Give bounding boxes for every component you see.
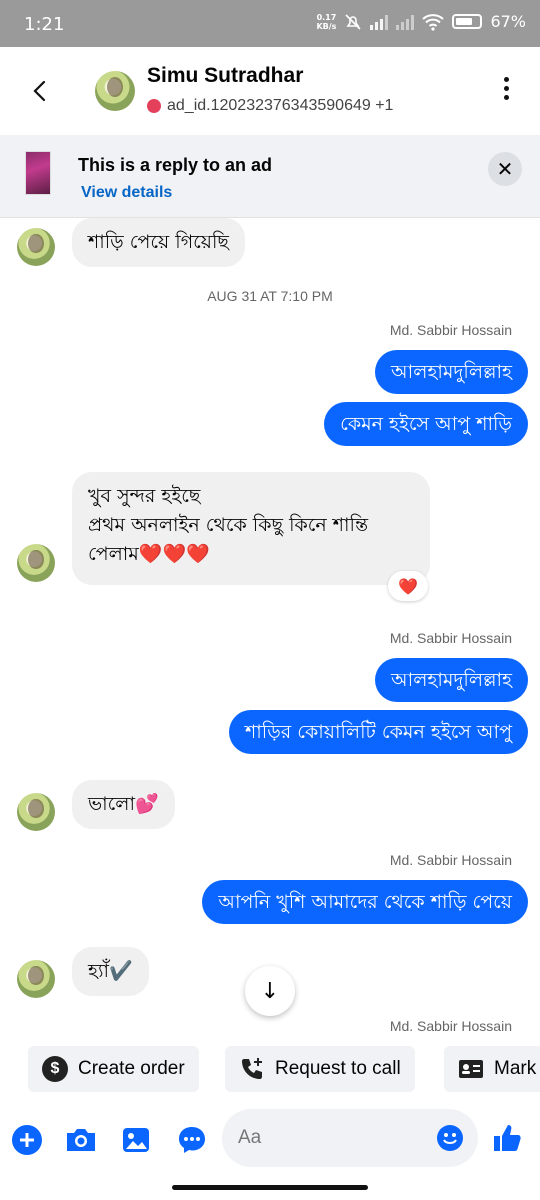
gallery-icon[interactable] [119, 1123, 153, 1157]
close-icon[interactable]: ✕ [488, 152, 522, 186]
ad-thumbnail[interactable] [25, 151, 51, 195]
heart-reaction-icon[interactable]: ❤️ [388, 571, 428, 601]
contact-avatar[interactable] [95, 71, 135, 111]
thumbs-up-icon[interactable] [490, 1121, 524, 1155]
sender-name: Md. Sabbir Hossain [389, 852, 512, 868]
create-order-button[interactable]: $ Create order [28, 1046, 199, 1092]
incoming-message[interactable]: ভালো💕 [72, 780, 175, 829]
message-line: পেলাম❤️❤️❤️ [88, 543, 210, 565]
dollar-icon: $ [42, 1056, 68, 1082]
battery-level: 67% [490, 12, 526, 31]
message-list[interactable]: শাড়ি পেয়ে গিয়েছি AUG 31 AT 7:10 PM Md… [0, 218, 540, 1040]
scroll-down-icon[interactable]: ↓ [245, 966, 295, 1016]
avatar [17, 544, 55, 582]
outgoing-message[interactable]: আলহামদুলিল্লাহ [375, 658, 528, 702]
request-call-label: Request to call [275, 1058, 401, 1079]
avatar [17, 228, 55, 266]
battery-icon [452, 14, 483, 29]
avatar [17, 960, 55, 998]
quick-actions-bar: $ Create order Request to call Mark [0, 1046, 540, 1092]
back-arrow-icon[interactable] [26, 77, 54, 105]
outgoing-message[interactable]: শাড়ির কোয়ালিটি কেমন হইসে আপু [229, 710, 528, 754]
message-line: খুব সুন্দর হইছে [88, 485, 201, 507]
sender-name: Md. Sabbir Hossain [389, 630, 512, 646]
signal-icon [370, 14, 389, 30]
plus-icon[interactable] [10, 1123, 44, 1157]
outgoing-message[interactable]: আলহামদুলিল্লাহ [375, 350, 528, 394]
incoming-message[interactable]: শাড়ি পেয়ে গিয়েছি [72, 218, 245, 267]
mark-label: Mark [494, 1058, 537, 1079]
message-composer: Aa [0, 1105, 540, 1175]
chat-header: Simu Sutradhar ad_id.120232376343590649 … [0, 47, 540, 135]
contact-subtitle: ad_id.120232376343590649 +1 [147, 97, 393, 115]
message-line: প্রথম অনলাইন থেকে কিছু কিনে শান্তি [88, 514, 369, 536]
create-order-label: Create order [78, 1058, 185, 1079]
contact-name[interactable]: Simu Sutradhar [147, 64, 303, 88]
view-details-link[interactable]: View details [81, 184, 172, 202]
incoming-message[interactable]: খুব সুন্দর হইছে প্রথম অনলাইন থেকে কিছু ক… [72, 472, 430, 585]
network-speed-unit: KB/s [316, 21, 337, 31]
mark-button[interactable]: Mark [444, 1046, 540, 1092]
contact-card-icon [459, 1060, 483, 1078]
network-speed: 0.17 KB/s [316, 13, 336, 31]
status-bar: 1:21 0.17 KB/s 67% [0, 0, 540, 47]
avatar [17, 793, 55, 831]
phone-plus-icon [242, 1058, 262, 1079]
home-indicator [172, 1185, 368, 1190]
ad-banner-title: This is a reply to an ad [78, 155, 273, 175]
message-input-placeholder: Aa [238, 1127, 262, 1148]
chat-bubble-icon[interactable] [175, 1123, 209, 1157]
outgoing-message[interactable]: কেমন হইসে আপু শাড়ি [324, 402, 528, 446]
ad-id-label: ad_id.120232376343590649 +1 [167, 97, 394, 114]
message-timestamp: AUG 31 AT 7:10 PM [207, 288, 333, 304]
ad-reply-banner: This is a reply to an ad View details ✕ [0, 135, 540, 218]
wifi-icon [422, 13, 445, 31]
sender-name: Md. Sabbir Hossain [389, 322, 512, 338]
outgoing-message[interactable]: আপনি খুশি আমাদের থেকে শাড়ি পেয়ে [202, 880, 528, 924]
more-options-icon[interactable] [502, 77, 510, 105]
incoming-message[interactable]: হ্যাঁ✔️ [72, 947, 149, 996]
camera-icon[interactable] [64, 1123, 98, 1157]
sender-name: Md. Sabbir Hossain [389, 1018, 512, 1034]
status-dot-icon [147, 99, 161, 113]
signal-icon-2 [396, 14, 415, 30]
emoji-icon[interactable] [436, 1124, 464, 1152]
network-speed-value: 0.17 [316, 12, 337, 22]
request-call-button[interactable]: Request to call [225, 1046, 415, 1092]
mute-icon [345, 13, 362, 30]
status-icons: 0.17 KB/s 67% [316, 12, 526, 31]
message-input[interactable]: Aa [222, 1109, 478, 1167]
status-time: 1:21 [24, 14, 65, 35]
